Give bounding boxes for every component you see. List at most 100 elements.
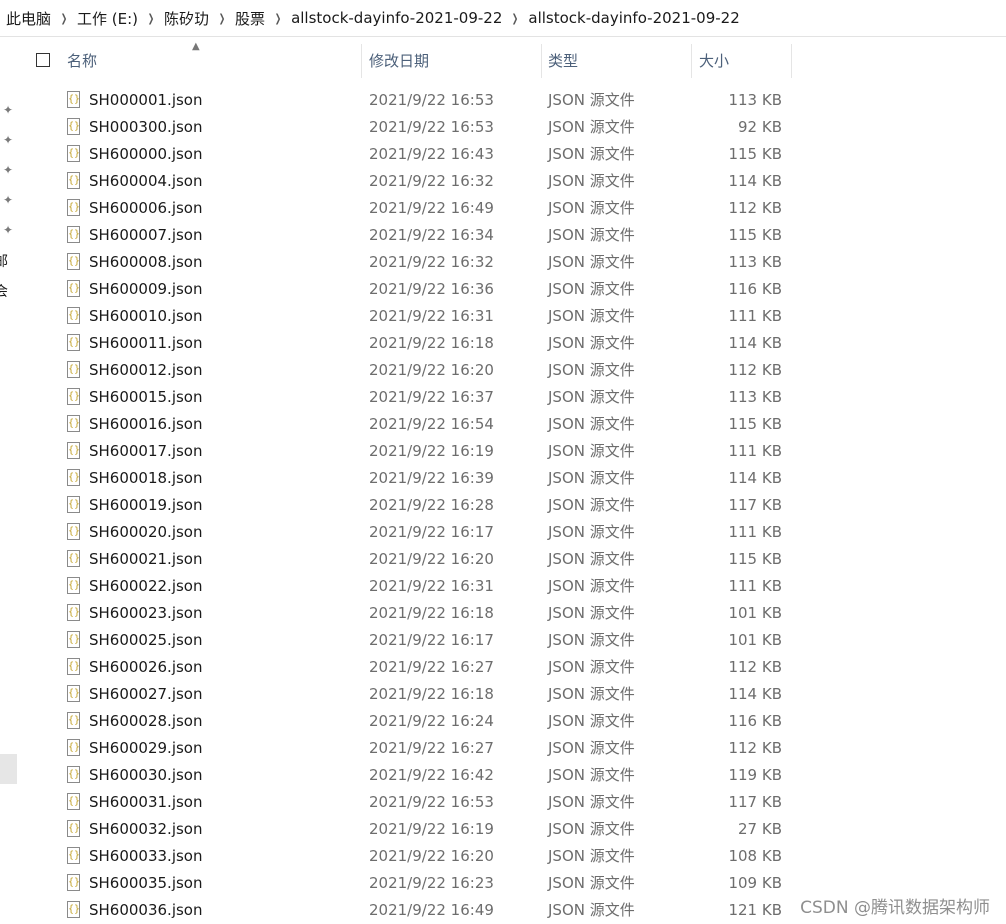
file-row[interactable]: SH600017.json 2021/9/22 16:19 JSON 源文件 111 … [19,438,794,465]
file-row[interactable]: SH600010.json 2021/9/22 16:31 JSON 源文件 111 … [19,303,794,330]
file-name: SH600008.json [89,253,203,271]
file-date: 2021/9/22 16:20 [369,550,494,568]
file-type: JSON 源文件 [548,442,635,460]
file-row[interactable]: SH600029.json 2021/9/22 16:27 JSON 源文件 112 … [19,735,794,762]
file-row[interactable]: SH600009.json 2021/9/22 16:36 JSON 源文件 116 … [19,276,794,303]
breadcrumb-folder-dayinfo[interactable]: allstock-dayinfo-2021-09-22 [289,9,504,27]
chevron-right-icon[interactable]: ❯ [508,12,523,25]
json-file-icon [67,496,80,513]
column-header-name-label: 名称 [67,52,98,70]
file-row[interactable]: SH600023.json 2021/9/22 16:18 JSON 源文件 101 … [19,600,794,627]
chevron-right-icon[interactable]: ❯ [214,12,229,25]
file-size: 115 KB [728,415,782,433]
file-row[interactable]: SH600012.json 2021/9/22 16:20 JSON 源文件 112 … [19,357,794,384]
file-date: 2021/9/22 16:31 [369,307,494,325]
json-file-icon [67,739,80,756]
file-type: JSON 源文件 [548,523,635,541]
file-row[interactable]: SH600026.json 2021/9/22 16:27 JSON 源文件 112 … [19,654,794,681]
file-row[interactable]: SH600008.json 2021/9/22 16:32 JSON 源文件 113 … [19,249,794,276]
file-type: JSON 源文件 [548,226,635,244]
breadcrumb-drive[interactable]: 工作 (E:) [75,8,140,29]
file-row[interactable]: SH600018.json 2021/9/22 16:39 JSON 源文件 114 … [19,465,794,492]
file-row[interactable]: SH600020.json 2021/9/22 16:17 JSON 源文件 111 … [19,519,794,546]
file-row[interactable]: SH600022.json 2021/9/22 16:31 JSON 源文件 111 … [19,573,794,600]
file-row[interactable]: SH600032.json 2021/9/22 16:19 JSON 源文件 27 K… [19,816,794,843]
file-name: SH600027.json [89,685,203,703]
file-date: 2021/9/22 16:27 [369,739,494,757]
file-type: JSON 源文件 [548,820,635,838]
file-row[interactable]: SH600035.json 2021/9/22 16:23 JSON 源文件 109 … [19,870,794,897]
column-divider[interactable] [791,44,792,78]
column-divider[interactable] [361,44,362,78]
file-row[interactable]: SH600007.json 2021/9/22 16:34 JSON 源文件 115 … [19,222,794,249]
file-type: JSON 源文件 [548,901,635,919]
file-row[interactable]: SH600027.json 2021/9/22 16:18 JSON 源文件 114 … [19,681,794,708]
breadcrumb-this-pc[interactable]: 此电脑 [4,8,53,29]
file-size: 27 KB [738,820,782,838]
file-name: SH600009.json [89,280,203,298]
nav-item-fragment[interactable]: 会 [0,281,8,301]
file-name: SH600032.json [89,820,203,838]
file-row[interactable]: SH600025.json 2021/9/22 16:17 JSON 源文件 101 … [19,627,794,654]
file-row[interactable]: SH600015.json 2021/9/22 16:37 JSON 源文件 113 … [19,384,794,411]
column-header-name[interactable]: 名称 [61,44,361,78]
file-name: SH600033.json [89,847,203,865]
file-row[interactable]: SH600033.json 2021/9/22 16:20 JSON 源文件 108 … [19,843,794,870]
file-type: JSON 源文件 [548,496,635,514]
pin-icon[interactable]: ✦ [1,133,15,147]
file-row[interactable]: SH600004.json 2021/9/22 16:32 JSON 源文件 114 … [19,168,794,195]
file-name: SH600006.json [89,199,203,217]
file-row[interactable]: SH600036.json 2021/9/22 16:49 JSON 源文件 121 … [19,897,794,924]
file-size: 111 KB [728,523,782,541]
chevron-right-icon[interactable]: ❯ [270,12,285,25]
file-size: 114 KB [728,172,782,190]
file-size: 113 KB [728,91,782,109]
file-row[interactable]: SH600031.json 2021/9/22 16:53 JSON 源文件 117 … [19,789,794,816]
file-size: 108 KB [728,847,782,865]
file-type: JSON 源文件 [548,766,635,784]
nav-pane-scrollbar-thumb[interactable] [0,754,17,784]
breadcrumb-folder-current[interactable]: allstock-dayinfo-2021-09-22 [526,9,741,27]
file-name: SH600017.json [89,442,203,460]
file-date: 2021/9/22 16:43 [369,145,494,163]
file-date: 2021/9/22 16:18 [369,604,494,622]
file-name: SH000001.json [89,91,203,109]
column-header-size[interactable]: 大小 [693,44,791,78]
file-size: 114 KB [728,469,782,487]
breadcrumb-folder-stocks[interactable]: 股票 [233,8,267,29]
file-type: JSON 源文件 [548,253,635,271]
pin-icon[interactable]: ✦ [1,103,15,117]
file-date: 2021/9/22 16:17 [369,631,494,649]
file-row[interactable]: SH600011.json 2021/9/22 16:18 JSON 源文件 114 … [19,330,794,357]
file-row[interactable]: SH600000.json 2021/9/22 16:43 JSON 源文件 115 … [19,141,794,168]
file-row[interactable]: SH600021.json 2021/9/22 16:20 JSON 源文件 115 … [19,546,794,573]
file-row[interactable]: SH600030.json 2021/9/22 16:42 JSON 源文件 119 … [19,762,794,789]
file-name: SH600029.json [89,739,203,757]
file-date: 2021/9/22 16:17 [369,523,494,541]
select-all-checkbox[interactable] [36,53,50,67]
json-file-icon [67,199,80,216]
column-divider[interactable] [691,44,692,78]
chevron-right-icon[interactable]: ❯ [56,12,71,25]
pin-icon[interactable]: ✦ [1,163,15,177]
json-file-icon [67,415,80,432]
file-row[interactable]: SH600019.json 2021/9/22 16:28 JSON 源文件 117 … [19,492,794,519]
file-size: 115 KB [728,145,782,163]
file-row[interactable]: SH000001.json 2021/9/22 16:53 JSON 源文件 113 … [19,87,794,114]
pin-icon[interactable]: ✦ [1,193,15,207]
file-row[interactable]: SH600016.json 2021/9/22 16:54 JSON 源文件 115 … [19,411,794,438]
chevron-right-icon[interactable]: ❯ [143,12,158,25]
column-header-type[interactable]: 类型 [542,44,691,78]
file-row[interactable]: SH600006.json 2021/9/22 16:49 JSON 源文件 112 … [19,195,794,222]
file-size: 117 KB [728,793,782,811]
file-size: 121 KB [728,901,782,919]
breadcrumb-folder-user[interactable]: 陈矽玏 [162,8,211,29]
file-row[interactable]: SH000300.json 2021/9/22 16:53 JSON 源文件 92 K… [19,114,794,141]
nav-item-fragment[interactable]: 邮 [0,251,8,271]
file-size: 111 KB [728,442,782,460]
pin-icon[interactable]: ✦ [1,223,15,237]
column-header-date[interactable]: 修改日期 [363,44,541,78]
json-file-icon [67,469,80,486]
file-name: SH600000.json [89,145,203,163]
file-row[interactable]: SH600028.json 2021/9/22 16:24 JSON 源文件 116 … [19,708,794,735]
